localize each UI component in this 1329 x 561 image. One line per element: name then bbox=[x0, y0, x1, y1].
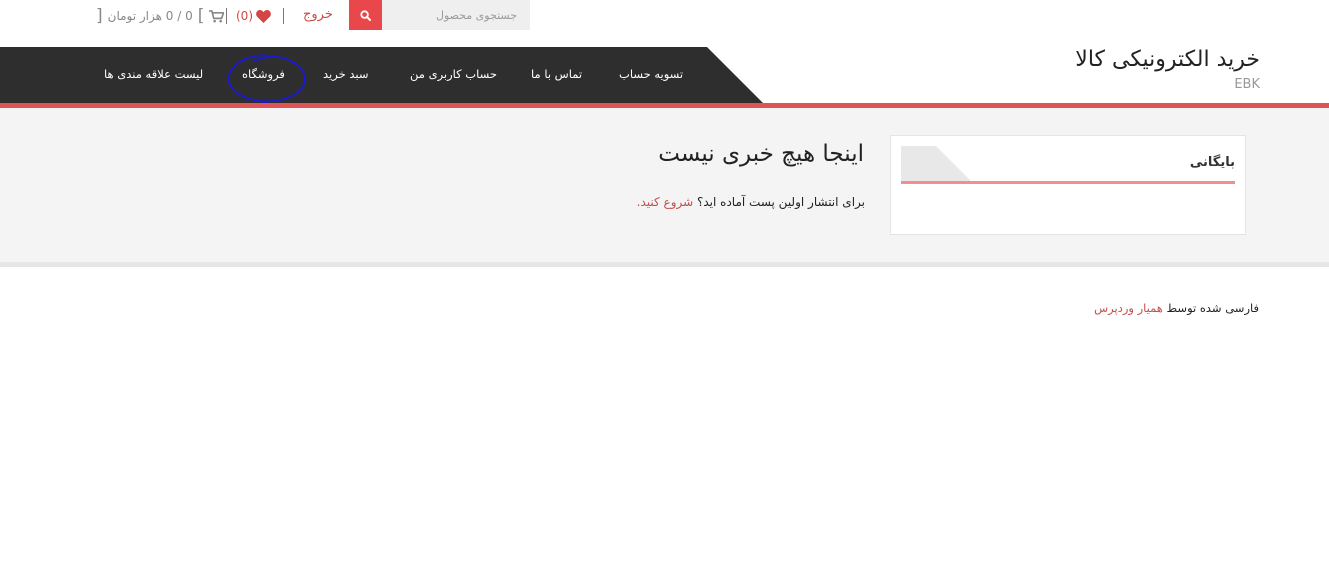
footer-credit: فارسی شده توسط همیار وردپرس bbox=[1094, 301, 1259, 315]
content-divider bbox=[0, 262, 1329, 267]
logout-link[interactable]: خروج bbox=[303, 7, 333, 22]
widget-header-shape bbox=[901, 146, 971, 181]
bracket-close: [ bbox=[197, 6, 205, 26]
footer-credit-link[interactable]: همیار وردپرس bbox=[1094, 301, 1163, 315]
search-button[interactable] bbox=[349, 0, 382, 30]
cart-summary: 0 / 0 هزار تومان bbox=[107, 9, 193, 23]
nav-item-my-account[interactable]: حساب کاربری من bbox=[410, 67, 497, 81]
widget-header: بایگانی bbox=[901, 146, 1235, 184]
cart-icon bbox=[209, 9, 225, 22]
nav-item-wishlist[interactable]: لیست علاقه مندی ها bbox=[104, 67, 203, 81]
start-link[interactable]: شروع کنید. bbox=[637, 195, 694, 209]
divider bbox=[226, 8, 227, 24]
search-input[interactable]: جستجوی محصول bbox=[382, 0, 530, 30]
archive-widget: بایگانی bbox=[890, 135, 1246, 235]
site-title[interactable]: خرید الکترونیکی کالا bbox=[1075, 47, 1260, 72]
hand-drawn-circle-annotation bbox=[227, 54, 306, 107]
empty-message: برای انتشار اولین پست آماده اید؟ شروع کن… bbox=[637, 195, 865, 209]
search-icon bbox=[360, 9, 371, 21]
empty-message-text: برای انتشار اولین پست آماده اید؟ bbox=[697, 195, 865, 209]
heart-icon bbox=[256, 9, 271, 23]
nav-item-contact[interactable]: تماس با ما bbox=[531, 67, 582, 81]
nav-item-checkout[interactable]: تسویه حساب bbox=[619, 67, 683, 81]
site-subtitle: EBK bbox=[1234, 77, 1260, 92]
widget-title: بایگانی bbox=[1189, 155, 1235, 170]
nav-item-cart[interactable]: سبد خرید bbox=[323, 67, 369, 81]
footer-credit-text: فارسی شده توسط bbox=[1166, 301, 1259, 315]
wishlist-link[interactable]: (0) bbox=[236, 7, 271, 25]
page-title: اینجا هیچ خبری نیست bbox=[658, 141, 864, 167]
widget-underline bbox=[901, 181, 1235, 184]
wishlist-count: (0) bbox=[236, 9, 253, 23]
bracket-open: ] bbox=[96, 6, 103, 26]
divider bbox=[283, 8, 284, 24]
cart-link[interactable]: ] 0 / 0 هزار تومان [ bbox=[96, 6, 225, 26]
